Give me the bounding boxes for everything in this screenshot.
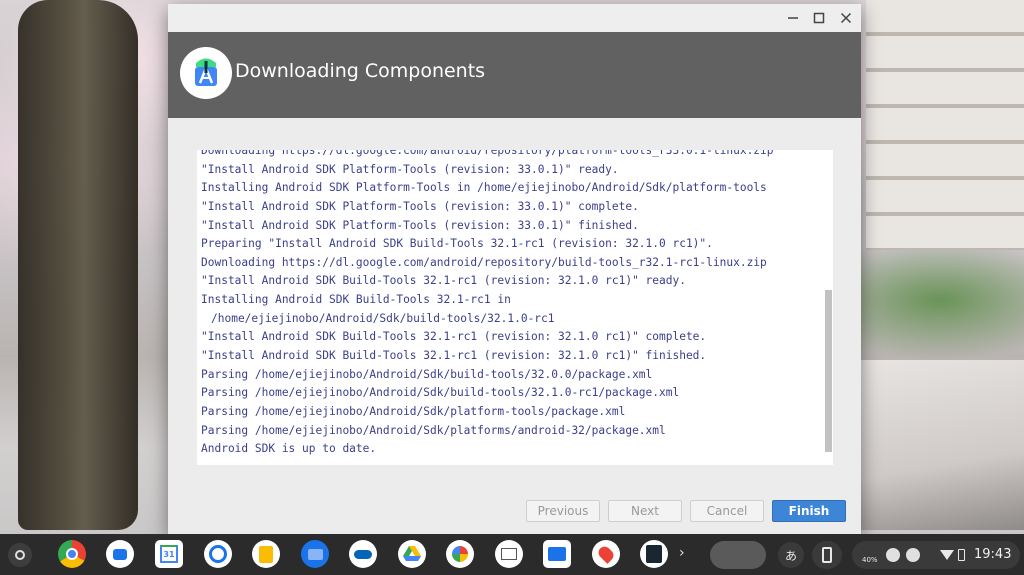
calendar-icon[interactable]: 31 (155, 540, 183, 568)
phone-hub-button[interactable] (812, 541, 842, 569)
log-line: Installing Android SDK Build-Tools 32.1-… (201, 293, 511, 307)
android-studio-logo (180, 47, 232, 99)
log-scrollbar-thumb[interactable] (825, 290, 832, 452)
launcher-button[interactable] (8, 543, 32, 567)
files-icon[interactable] (301, 540, 329, 568)
open-window-previews[interactable] (710, 541, 766, 569)
dialog-button-bar: Previous Next Cancel Finish (168, 488, 861, 534)
log-line: Android SDK is up to date. (201, 442, 377, 456)
wallpaper-road (860, 360, 1024, 530)
add-icon (906, 548, 920, 562)
log-line: "Install Android SDK Build-Tools 32.1-rc… (201, 330, 707, 344)
dialog-header: Downloading Components (168, 32, 861, 118)
minimize-button[interactable] (783, 8, 803, 28)
battery-percent-label: 40% (862, 556, 878, 564)
next-button[interactable]: Next (608, 500, 682, 522)
log-line: "Install Android SDK Platform-Tools (rev… (201, 162, 619, 176)
log-line: "Install Android SDK Platform-Tools (rev… (201, 199, 639, 213)
phone-icon (822, 547, 832, 563)
log-line: Parsing /home/ejiejinobo/Android/Sdk/pla… (201, 404, 626, 418)
launcher-icon (15, 550, 25, 560)
battery-icon (958, 549, 965, 561)
status-area[interactable]: 40% 19:43 (852, 541, 1020, 569)
slides-icon[interactable] (543, 540, 571, 568)
install-log-panel[interactable]: Downloading https://dl.google.com/androi… (197, 150, 833, 465)
android-studio-icon (195, 58, 217, 86)
downloading-components-dialog: Downloading Components Downloading https… (168, 4, 861, 534)
kindle-icon[interactable] (640, 540, 668, 568)
log-line: Parsing /home/ejiejinobo/Android/Sdk/pla… (201, 423, 666, 437)
wallpaper-building (866, 0, 1024, 250)
previous-button[interactable]: Previous (526, 500, 600, 522)
finish-button[interactable]: Finish (772, 500, 846, 522)
log-line: Downloading https://dl.google.com/androi… (201, 255, 767, 269)
log-line: Parsing /home/ejiejinobo/Android/Sdk/bui… (201, 386, 680, 400)
tasks-icon[interactable] (204, 540, 232, 568)
install-log-lines: Downloading https://dl.google.com/androi… (197, 150, 817, 459)
minimize-icon (788, 17, 798, 19)
log-line: "Install Android SDK Build-Tools 32.1-rc… (201, 274, 686, 288)
log-scrollbar[interactable] (824, 150, 833, 465)
google-drive-icon[interactable] (398, 540, 426, 568)
maximize-icon (813, 12, 825, 24)
wallpaper-tree-trunk (18, 0, 138, 530)
ime-indicator[interactable]: あ (778, 542, 804, 568)
wifi-icon (940, 550, 954, 560)
close-button[interactable] (836, 8, 856, 28)
log-line: Parsing /home/ejiejinobo/Android/Sdk/bui… (201, 367, 653, 381)
camera-icon[interactable] (106, 540, 134, 568)
clock: 19:43 (974, 547, 1012, 562)
page-title: Downloading Components (235, 60, 486, 82)
cancel-button[interactable]: Cancel (690, 500, 764, 522)
chevron-right-icon[interactable]: › (679, 545, 685, 561)
log-line: Installing Android SDK Platform-Tools in… (201, 181, 767, 195)
dialog-content: Downloading https://dl.google.com/androi… (168, 118, 861, 488)
log-line: /home/ejiejinobo/Android/Sdk/build-tools… (211, 311, 555, 325)
log-line: "Install Android SDK Build-Tools 32.1-rc… (201, 349, 707, 363)
google-maps-icon[interactable] (592, 540, 620, 568)
close-icon (840, 12, 852, 24)
log-line: Downloading https://dl.google.com/androi… (201, 150, 774, 157)
log-line: Preparing "Install Android SDK Build-Too… (201, 237, 713, 251)
window-title-bar[interactable] (168, 4, 861, 32)
chrome-icon[interactable] (58, 540, 86, 568)
news-icon[interactable] (495, 540, 523, 568)
log-line: "Install Android SDK Platform-Tools (rev… (201, 218, 639, 232)
photos-icon[interactable] (446, 540, 474, 568)
onedrive-icon[interactable] (349, 540, 377, 568)
notifications-icon (886, 548, 900, 562)
shelf: 31 › あ 40% 19:43 (0, 534, 1024, 575)
maximize-button[interactable] (809, 8, 829, 28)
keep-icon[interactable] (252, 540, 280, 568)
